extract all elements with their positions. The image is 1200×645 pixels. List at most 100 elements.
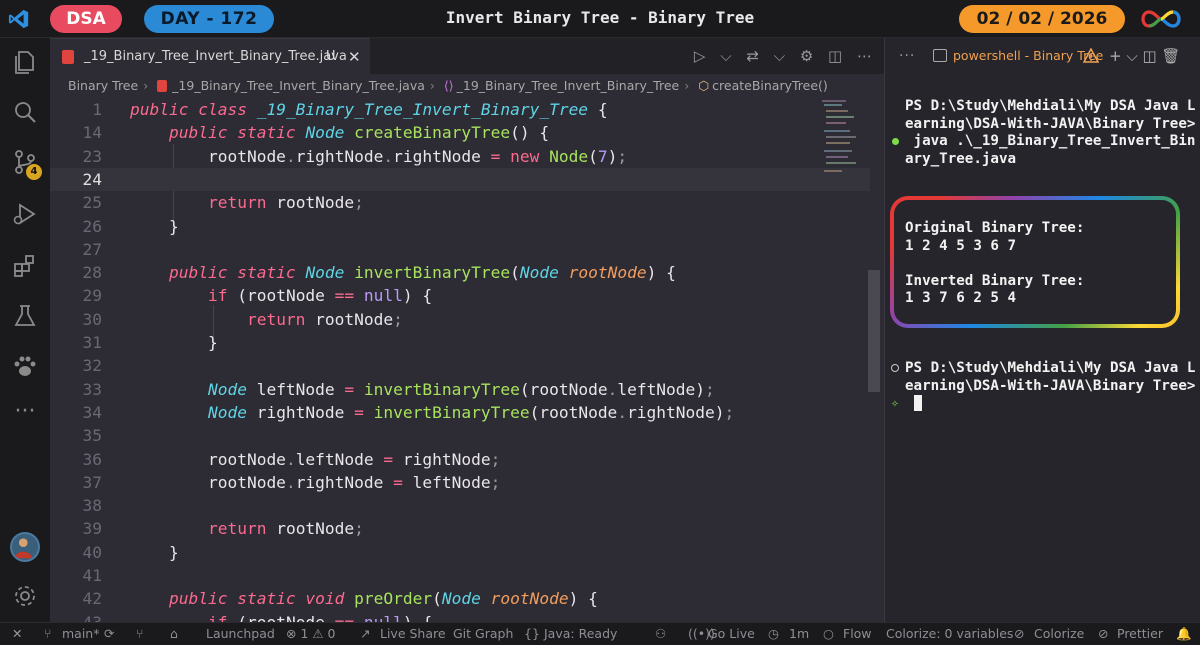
paw-icon[interactable]	[11, 352, 39, 380]
prettier-icon: ⊘	[1098, 626, 1109, 641]
java-file-icon	[157, 80, 168, 92]
git-graph-item[interactable]: Git Graph	[453, 623, 513, 645]
run-debug-icon[interactable]	[11, 200, 39, 228]
terminal-line: earning\DSA-With-JAVA\Binary Tree>	[905, 115, 1196, 132]
breadcrumb-folder[interactable]: Binary Tree	[68, 78, 138, 93]
code-text: if (rootNode == null) {	[207, 286, 433, 306]
code-text: Node leftNode = invertBinaryTree(rootNod…	[207, 379, 715, 399]
testing-flask-icon[interactable]	[11, 302, 39, 330]
java-file-icon	[62, 50, 74, 64]
output-line: 1 2 4 5 3 6 7	[905, 237, 1017, 254]
code-line[interactable]: 29 if (rootNode == null) {	[50, 284, 870, 307]
panel-more-icon[interactable]: ···	[899, 38, 915, 74]
code-line[interactable]: 40 }	[50, 541, 870, 564]
code-line[interactable]: 42 public static void preOrder(Node root…	[50, 587, 870, 610]
status-bar: ✕ ⑂ main* ⟳ ⑂ ⌂ Launchpad ⊗ 1 ⚠ 0 ↗ Live…	[0, 622, 1200, 645]
terminal-output[interactable]: PS D:\Study\Mehdiali\My DSA Java L earni…	[890, 98, 1196, 466]
day-badge: DAY - 172	[144, 5, 274, 33]
remote-icon[interactable]: ✕	[12, 623, 22, 645]
code-text: }	[168, 216, 179, 236]
breadcrumb: Binary Tree › _19_Binary_Tree_Invert_Bina…	[68, 78, 828, 93]
notifications-bell-icon[interactable]: 🔔	[1176, 623, 1192, 645]
line-number: 28	[82, 263, 103, 283]
line-number: 14	[82, 123, 103, 143]
code-line[interactable]: 28 public static Node invertBinaryTree(N…	[50, 261, 870, 284]
line-number: 29	[82, 286, 103, 306]
branch-name[interactable]: main*	[62, 623, 99, 645]
tab-close-icon[interactable]: ✕	[348, 39, 361, 75]
warning-icon	[1083, 48, 1099, 63]
sync-icon[interactable]: ⟳	[104, 623, 114, 645]
code-line[interactable]: 31 }	[50, 331, 870, 354]
line-number: 42	[82, 589, 103, 609]
clock-icon: ◷	[768, 626, 779, 641]
terminal-panel: ··· powershell - Binary Tree + ⌵ ◫ 🗑 PS …	[884, 38, 1200, 622]
code-line[interactable]: 24	[50, 167, 870, 191]
terminal-actions[interactable]: + ⌵ ◫ 🗑	[1109, 38, 1180, 74]
launchpad-item[interactable]: Launchpad	[206, 623, 275, 645]
breadcrumb-class[interactable]: _19_Binary_Tree_Invert_Binary_Tree	[457, 78, 680, 93]
editor-scrollbar[interactable]	[868, 270, 880, 392]
timer-item[interactable]: 1m	[789, 623, 809, 645]
explorer-icon[interactable]	[11, 48, 39, 76]
code-text: rootNode.leftNode = rightNode;	[130, 449, 501, 469]
colorize-icon: ⊘	[1014, 626, 1025, 641]
code-line[interactable]: 1 public class _19_Binary_Tree_Invert_Bin…	[50, 98, 870, 121]
launchpad-icon: ⌂	[170, 626, 178, 641]
code-line[interactable]: 26 }	[50, 215, 870, 238]
code-line[interactable]: 37 rootNode.rightNode = leftNode;	[50, 471, 870, 494]
code-area[interactable]: 1 public class _19_Binary_Tree_Invert_Bin…	[50, 98, 884, 622]
colorize-item[interactable]: Colorize	[1034, 623, 1084, 645]
window-title: Invert Binary Tree - Binary Tree	[445, 8, 755, 27]
java-status[interactable]: Java: Ready	[544, 623, 617, 645]
class-icon: ⟨⟩	[443, 78, 454, 93]
code-line[interactable]: 35	[50, 424, 870, 447]
code-text: rootNode.rightNode = leftNode;	[130, 472, 501, 492]
branch-icon: ⑂	[44, 626, 52, 641]
prettier-item[interactable]: Prettier	[1117, 623, 1163, 645]
line-number: 38	[82, 496, 103, 516]
line-number: 30	[82, 309, 103, 329]
account-avatar[interactable]	[10, 532, 40, 562]
code-line[interactable]: 27	[50, 238, 870, 261]
code-text: }	[168, 542, 179, 562]
code-text: return rootNode;	[246, 309, 403, 329]
editor-actions[interactable]: ▷ ⌵ ⇄ ⌵ ⚙ ◫ ⋯	[694, 38, 872, 74]
code-line[interactable]: 33 Node leftNode = invertBinaryTree(root…	[50, 378, 870, 401]
code-line[interactable]: 38	[50, 494, 870, 517]
code-line[interactable]: 43 if (rootNode == null) {	[50, 611, 870, 622]
code-line[interactable]: 41	[50, 564, 870, 587]
search-icon[interactable]	[11, 98, 39, 126]
code-line[interactable]: 39 return rootNode;	[50, 517, 870, 540]
code-line[interactable]: 32	[50, 354, 870, 377]
line-number: 39	[82, 519, 103, 539]
code-line[interactable]: 30 return rootNode;	[50, 308, 870, 331]
extensions-icon[interactable]	[11, 252, 39, 280]
colorize-vars-item[interactable]: Colorize: 0 variables	[886, 623, 1013, 645]
live-share-item[interactable]: Live Share	[380, 623, 446, 645]
terminal-cursor	[914, 395, 922, 411]
minimap[interactable]	[820, 98, 860, 188]
code-line[interactable]: 36 rootNode.leftNode = rightNode;	[50, 448, 870, 471]
breadcrumb-method[interactable]: createBinaryTree()	[712, 78, 828, 93]
problems-item[interactable]: ⊗ 1 ⚠ 0	[286, 623, 336, 645]
go-live-button[interactable]: Go Live	[708, 623, 755, 645]
breadcrumb-file[interactable]: _19_Binary_Tree_Invert_Binary_Tree.java	[172, 78, 425, 93]
terminal-title[interactable]: powershell - Binary Tree	[953, 38, 1103, 74]
code-line[interactable]: 14 public static Node createBinaryTree()…	[50, 121, 870, 144]
terminal-line: PS D:\Study\Mehdiali\My DSA Java L	[905, 98, 1196, 114]
line-number: 41	[82, 566, 103, 585]
flow-icon: ○	[823, 626, 834, 641]
flow-item[interactable]: Flow	[843, 623, 872, 645]
more-icon[interactable]: ···	[11, 401, 39, 430]
terminal-line: PS D:\Study\Mehdiali\My DSA Java L	[905, 360, 1196, 376]
line-number: 26	[82, 216, 103, 236]
code-line[interactable]: 23 rootNode.rightNode.rightNode = new No…	[50, 145, 870, 168]
code-line[interactable]: 34 Node rightNode = invertBinaryTree(roo…	[50, 401, 870, 424]
date-badge: 02 / 02 / 2026	[959, 5, 1125, 33]
code-line[interactable]: 25 return rootNode;	[50, 191, 870, 214]
copilot-icon[interactable]: ⚇	[655, 623, 666, 645]
editor-tab-java[interactable]: _19_Binary_Tree_Invert_Binary_Tree.java …	[50, 38, 370, 74]
settings-gear-icon[interactable]	[11, 582, 39, 610]
line-number: 24	[82, 169, 103, 189]
